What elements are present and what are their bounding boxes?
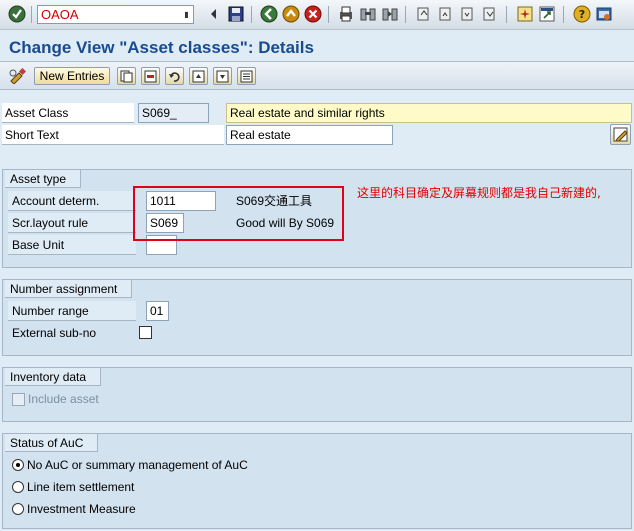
- number-range-label: Number range: [12, 304, 89, 318]
- application-toolbar: New Entries: [0, 61, 634, 90]
- find-icon[interactable]: [358, 4, 378, 24]
- include-asset-checkbox: [12, 393, 25, 406]
- inventory-data-group-title: Inventory data: [5, 368, 102, 386]
- asset-class-description: Real estate and similar rights: [226, 103, 632, 123]
- cancel-icon[interactable]: [303, 4, 323, 24]
- previous-page-icon[interactable]: [435, 4, 455, 24]
- command-history-icon[interactable]: ▮: [181, 7, 192, 22]
- display-change-icon[interactable]: [8, 67, 27, 85]
- delete-icon[interactable]: [141, 67, 160, 85]
- account-determ-label: Account determ.: [12, 194, 100, 208]
- short-text-label: Short Text: [5, 128, 59, 142]
- long-text-edit-icon[interactable]: [610, 124, 631, 145]
- new-entries-button[interactable]: New Entries: [34, 67, 110, 85]
- next-page-icon[interactable]: [457, 4, 477, 24]
- asset-class-label: Asset Class: [5, 106, 69, 120]
- next-entry-icon[interactable]: [213, 67, 232, 85]
- copy-as-icon[interactable]: [117, 67, 136, 85]
- customize-layout-icon[interactable]: [594, 4, 614, 24]
- find-next-icon[interactable]: [380, 4, 400, 24]
- page-title: Change View "Asset classes": Details: [9, 38, 314, 57]
- annotation-text: 这里的科目确定及屏幕规则都是我自己新建的,: [357, 186, 601, 200]
- asset-type-group-title: Asset type: [5, 170, 82, 188]
- first-page-icon[interactable]: [413, 4, 433, 24]
- shortcut-icon[interactable]: [537, 4, 557, 24]
- asset-class-field: S069_: [138, 103, 209, 123]
- new-session-icon[interactable]: [515, 4, 535, 24]
- variable-list-icon[interactable]: [237, 67, 256, 85]
- command-field[interactable]: OAOA ▮: [37, 5, 194, 24]
- system-toolbar: OAOA ▮ ?: [0, 0, 634, 30]
- short-text-input[interactable]: Real estate: [226, 125, 393, 145]
- chevron-left-icon[interactable]: [204, 4, 224, 24]
- external-subno-label: External sub-no: [12, 326, 97, 340]
- include-asset-label: Include asset: [28, 392, 99, 406]
- investment-measure-radio[interactable]: [12, 503, 24, 515]
- previous-entry-icon[interactable]: [189, 67, 208, 85]
- scr-layout-label: Scr.layout rule: [12, 216, 89, 230]
- annotation-highlight-box: [133, 186, 344, 241]
- investment-measure-label: Investment Measure: [27, 502, 136, 516]
- svg-text:?: ?: [579, 8, 585, 21]
- command-field-value: OAOA: [41, 7, 79, 22]
- number-range-input[interactable]: 01: [146, 301, 169, 321]
- help-icon[interactable]: ?: [572, 4, 592, 24]
- enter-icon[interactable]: [7, 4, 27, 24]
- no-auc-radio[interactable]: [12, 459, 24, 471]
- save-icon[interactable]: [226, 4, 246, 24]
- number-assignment-group-title: Number assignment: [5, 280, 133, 298]
- line-item-settlement-radio[interactable]: [12, 481, 24, 493]
- base-unit-label: Base Unit: [12, 238, 65, 252]
- last-page-icon[interactable]: [479, 4, 499, 24]
- print-icon[interactable]: [336, 4, 356, 24]
- external-subno-checkbox[interactable]: [139, 326, 152, 339]
- no-auc-label: No AuC or summary management of AuC: [27, 458, 248, 472]
- status-auc-group-title: Status of AuC: [5, 434, 99, 452]
- line-item-settlement-label: Line item settlement: [27, 480, 135, 494]
- exit-icon[interactable]: [281, 4, 301, 24]
- back-icon[interactable]: [259, 4, 279, 24]
- title-bar: Change View "Asset classes": Details: [0, 30, 634, 61]
- undo-change-icon[interactable]: [165, 67, 184, 85]
